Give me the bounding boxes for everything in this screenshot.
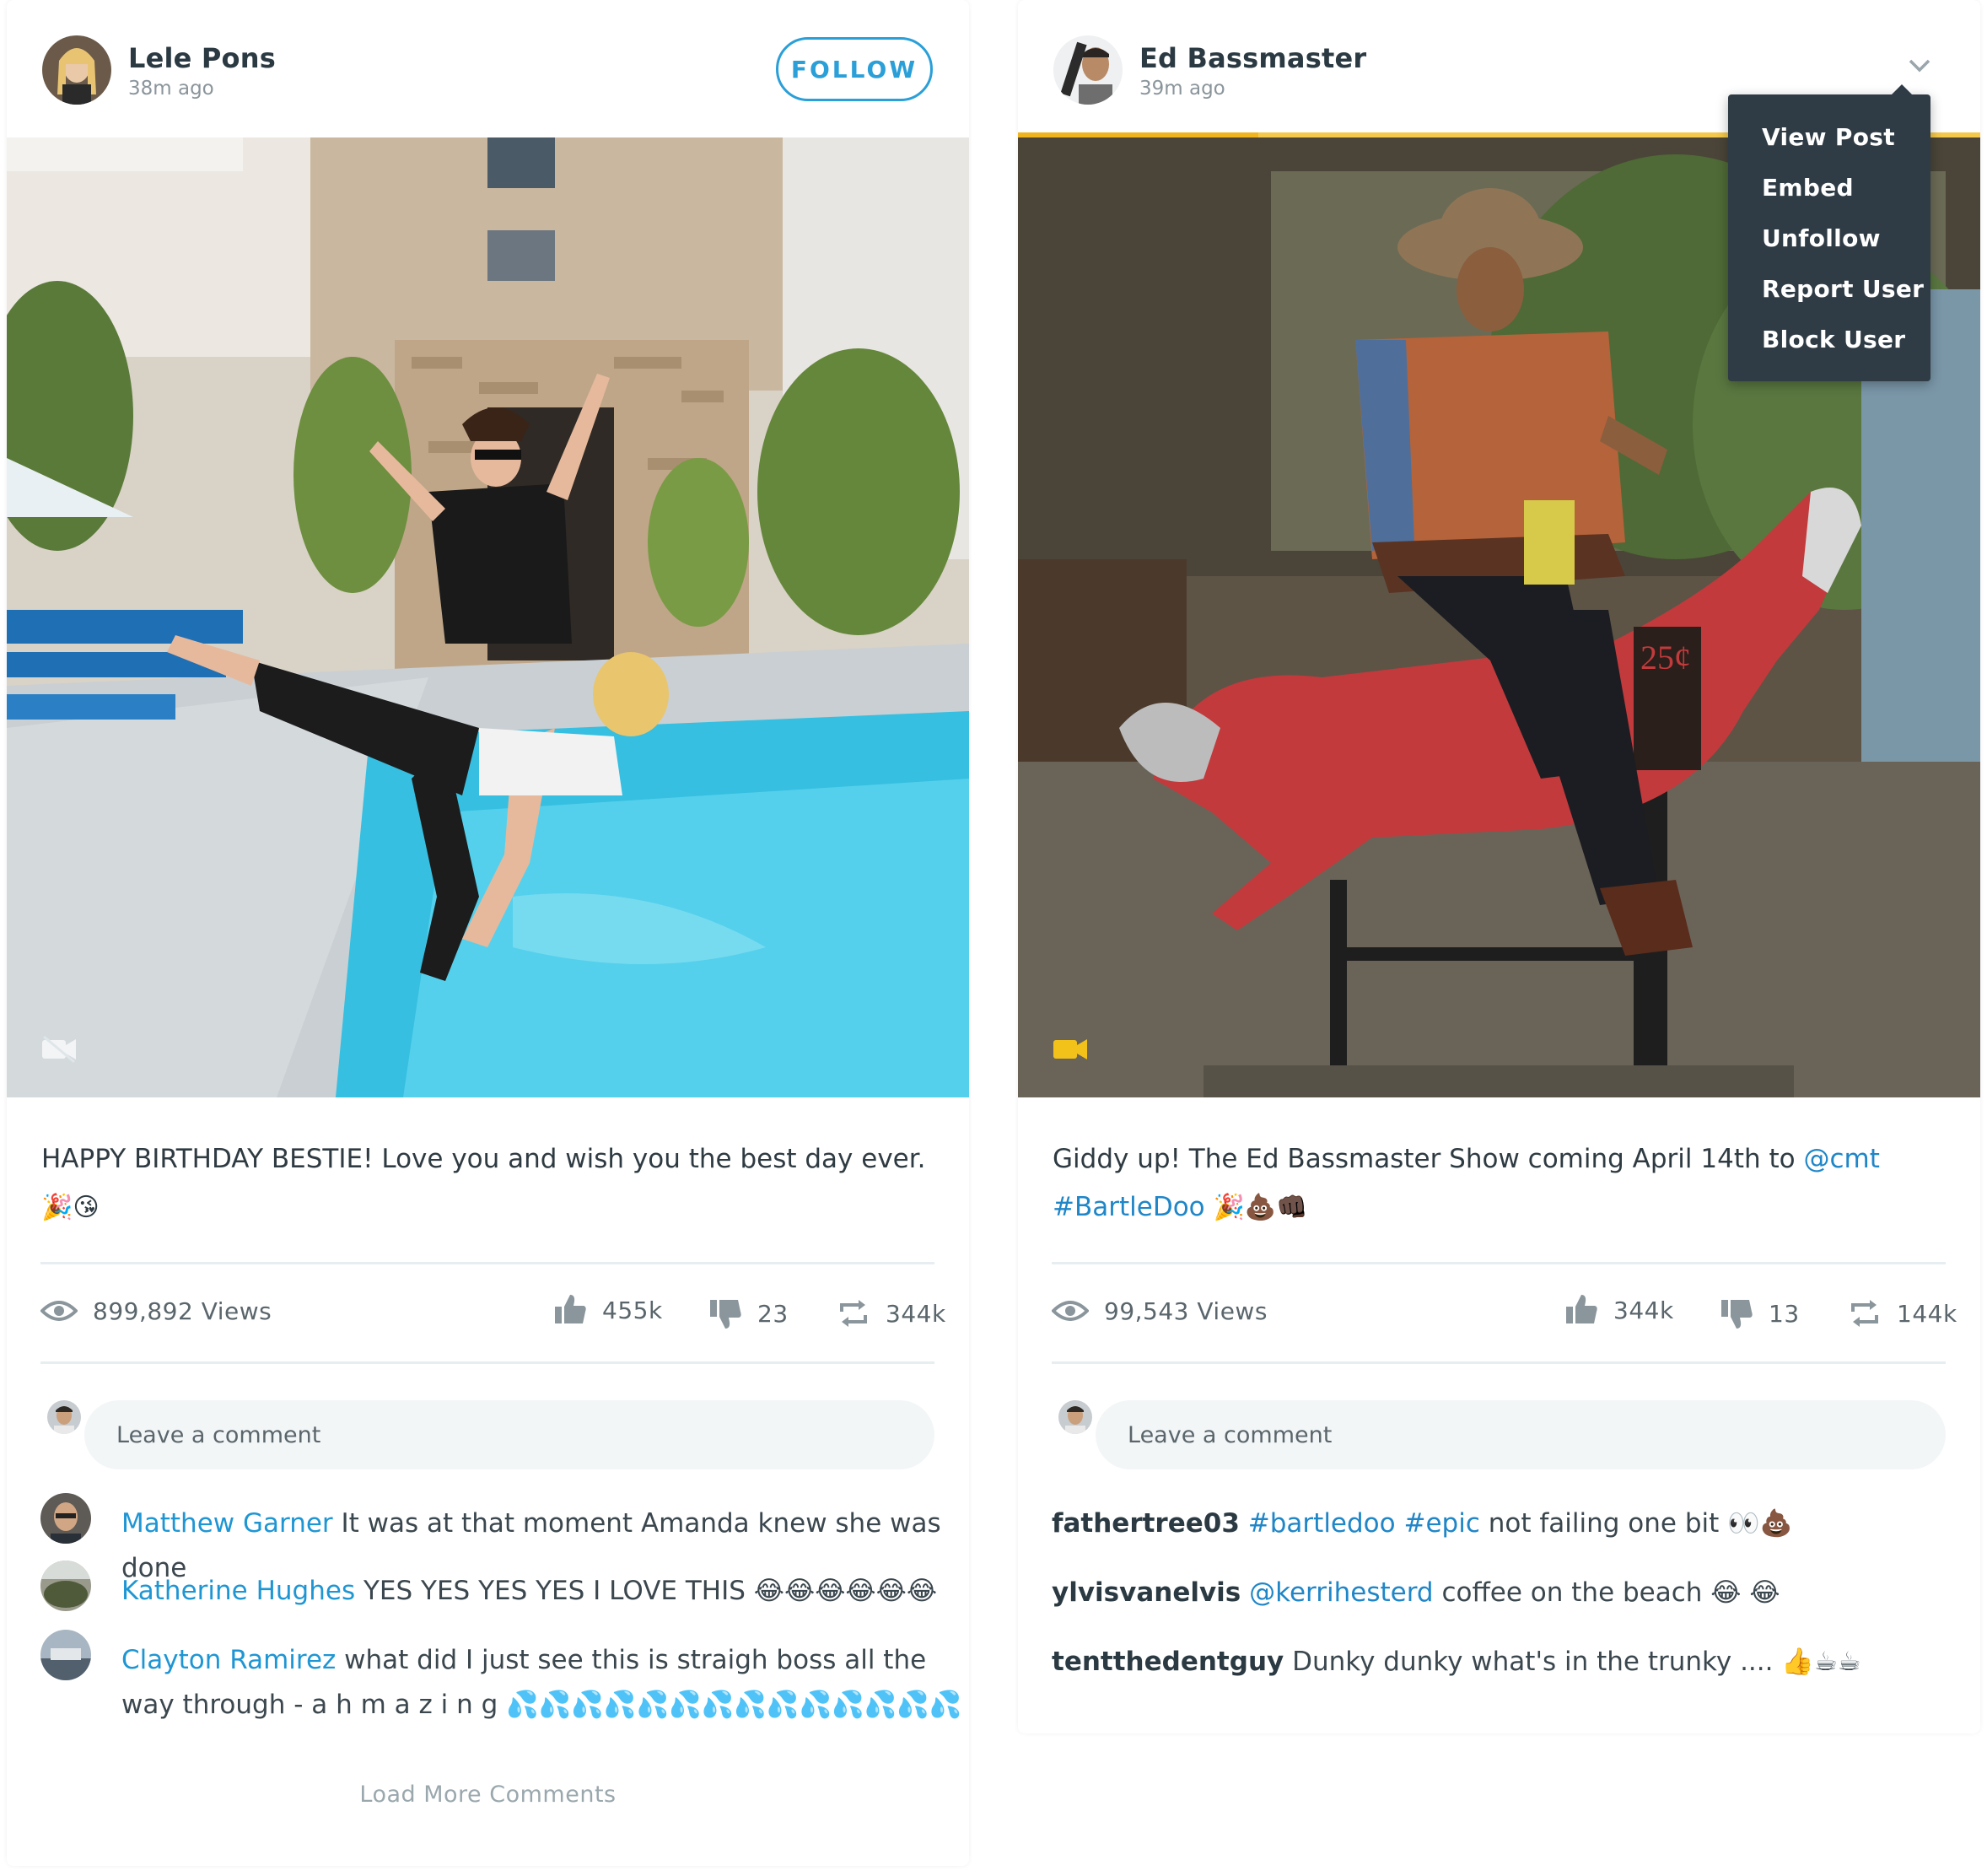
caption-text: Giddy up! The Ed Bassmaster Show coming … (1053, 1144, 1796, 1174)
comment-text: YES YES YES YES I LOVE THIS 😂😂😂😂😂😂 (363, 1576, 938, 1606)
commenter-name[interactable]: fathertree03 (1052, 1508, 1240, 1539)
repost-count: 344k (886, 1299, 946, 1328)
divider (1052, 1262, 1946, 1264)
chevron-down-icon[interactable] (1905, 56, 1934, 76)
commenter-avatar[interactable] (40, 1493, 91, 1544)
commenter-avatar[interactable] (40, 1630, 91, 1680)
thumbs-up-icon (1566, 1295, 1597, 1323)
dislike-button[interactable]: 23 (708, 1292, 789, 1334)
comment-text: coffee on the beach 😂 😂 (1441, 1577, 1780, 1608)
post-card-lele-pons: Lele Pons 38m ago FOLLOW HAPPY BIRTHDAY … (7, 0, 969, 1866)
divider (40, 1262, 934, 1264)
caption-text: HAPPY BIRTHDAY BESTIE! Love you and wish… (41, 1144, 926, 1174)
menu-item-embed[interactable]: Embed (1762, 174, 1854, 202)
repost-icon (1851, 1300, 1878, 1327)
thumbs-up-icon (555, 1295, 586, 1323)
follow-button[interactable]: FOLLOW (776, 37, 933, 101)
commenter-name[interactable]: ylvisvanelvis (1052, 1577, 1241, 1608)
commenter-name[interactable]: tentthedentguy (1052, 1647, 1284, 1677)
commenter-name[interactable]: Katherine Hughes (121, 1576, 355, 1606)
menu-item-block-user[interactable]: Block User (1762, 326, 1905, 353)
eye-icon (1052, 1301, 1089, 1321)
menu-item-view-post[interactable]: View Post (1762, 123, 1895, 151)
view-count: 899,892 Views (93, 1297, 272, 1325)
commenter-name[interactable]: Clayton Ramirez (121, 1645, 336, 1675)
current-user-avatar (1058, 1400, 1092, 1434)
comment-input[interactable]: Leave a comment (1096, 1400, 1946, 1469)
post-caption: Giddy up! The Ed Bassmaster Show coming … (1053, 1135, 1947, 1232)
thumbs-down-icon (1721, 1300, 1753, 1329)
post-image-pool-jump[interactable] (7, 137, 969, 1097)
comment-text: Dunky dunky what's in the trunky .... 👍☕… (1292, 1647, 1861, 1677)
video-camera-icon[interactable] (1052, 1035, 1089, 1064)
dislike-button[interactable]: 13 (1720, 1292, 1800, 1334)
post-timestamp: 39m ago (1139, 78, 1225, 100)
post-stats: 99,543 Views 344k 13 144k (1052, 1289, 1957, 1340)
author-avatar[interactable] (42, 35, 111, 105)
post-timestamp: 38m ago (128, 78, 214, 100)
comment-text: not failing one bit 👀💩 (1488, 1508, 1793, 1539)
comment-composer: Leave a comment (1052, 1400, 1946, 1469)
comment-hashtag[interactable]: #epic (1403, 1508, 1479, 1539)
commenter-avatar[interactable] (40, 1561, 91, 1611)
author-avatar[interactable] (1053, 35, 1123, 105)
comment-composer: Leave a comment (40, 1400, 934, 1469)
like-count: 455k (602, 1296, 663, 1324)
comment-input[interactable]: Leave a comment (84, 1400, 934, 1469)
caption-emoji: 🎉😘 (41, 1193, 100, 1222)
menu-item-unfollow[interactable]: Unfollow (1762, 224, 1881, 252)
menu-item-report-user[interactable]: Report User (1762, 275, 1924, 303)
like-button[interactable]: 455k (553, 1289, 663, 1331)
caption-emoji: 🎉💩👊🏿 (1213, 1193, 1308, 1222)
comment-hashtag[interactable]: #bartledoo (1248, 1508, 1396, 1539)
repost-button[interactable]: 144k (1848, 1292, 1957, 1334)
repost-count: 144k (1897, 1299, 1957, 1328)
divider (1052, 1361, 1946, 1364)
post-options-menu: View Post Embed Unfollow Report User Blo… (1728, 84, 1930, 381)
author-name[interactable]: Ed Bassmaster (1139, 42, 1366, 74)
eye-icon (40, 1301, 78, 1321)
dislike-count: 13 (1769, 1299, 1800, 1328)
svg-text:25¢: 25¢ (1640, 639, 1691, 677)
muted-video-icon[interactable] (40, 1035, 78, 1064)
dislike-count: 23 (757, 1299, 789, 1328)
like-button[interactable]: 344k (1564, 1289, 1674, 1331)
commenter-name[interactable]: Matthew Garner (121, 1508, 333, 1539)
post-stats: 899,892 Views 455k 23 344k (40, 1289, 945, 1340)
view-count: 99,543 Views (1104, 1297, 1268, 1325)
load-more-comments[interactable]: Load More Comments (7, 1782, 969, 1808)
author-name[interactable]: Lele Pons (128, 42, 276, 74)
repost-icon (840, 1300, 867, 1327)
comment-mention[interactable]: @kerrihesterd (1249, 1577, 1433, 1608)
caption-mention[interactable]: @cmt (1803, 1144, 1879, 1174)
current-user-avatar (47, 1400, 81, 1434)
repost-button[interactable]: 344k (837, 1292, 946, 1334)
post-caption: HAPPY BIRTHDAY BESTIE! Love you and wish… (41, 1135, 935, 1232)
divider (40, 1361, 934, 1364)
thumbs-down-icon (710, 1300, 741, 1329)
like-count: 344k (1613, 1296, 1674, 1324)
caption-hashtag[interactable]: #BartleDoo (1053, 1192, 1205, 1222)
